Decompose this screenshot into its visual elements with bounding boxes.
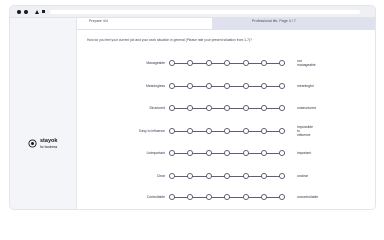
rating-option-1[interactable]	[169, 128, 175, 134]
scale-right-label-line: important	[297, 151, 312, 155]
nav-arrow-icon[interactable]	[35, 10, 39, 14]
rating-option-2[interactable]	[187, 128, 193, 134]
scale-right-label-line: unclear	[297, 174, 309, 178]
browser-titlebar	[10, 6, 375, 18]
address-bar[interactable]	[50, 10, 360, 14]
rating-option-7[interactable]	[279, 173, 285, 179]
window-control-dot[interactable]	[17, 10, 21, 14]
scale-left-label: Controllable	[146, 195, 165, 199]
rating-option-3[interactable]	[206, 150, 212, 156]
rating-option-4[interactable]	[224, 105, 230, 111]
rating-option-7[interactable]	[279, 150, 285, 156]
rating-option-1[interactable]	[169, 173, 175, 179]
rating-option-6[interactable]	[261, 83, 267, 89]
scale-right-label-line: meaningful	[297, 84, 314, 88]
rating-option-3[interactable]	[206, 105, 212, 111]
rating-option-2[interactable]	[187, 150, 193, 156]
rating-option-3[interactable]	[206, 128, 212, 134]
rating-option-4[interactable]	[224, 128, 230, 134]
rating-option-5[interactable]	[243, 194, 249, 200]
rating-option-2[interactable]	[187, 105, 193, 111]
rating-option-2[interactable]	[187, 83, 193, 89]
rating-option-6[interactable]	[261, 173, 267, 179]
rating-option-6[interactable]	[261, 150, 267, 156]
scale-right-label-line: manageable	[297, 63, 316, 68]
rating-option-6[interactable]	[261, 128, 267, 134]
rating-option-4[interactable]	[224, 60, 230, 66]
scale-right-label: uncontrollable	[297, 195, 318, 199]
tab-prepare-label: Prepare 4/4	[89, 19, 108, 23]
rating-option-3[interactable]	[206, 173, 212, 179]
brand-subtitle: for business	[40, 145, 58, 149]
tab-professional-life[interactable]: Professional life, Page 4 / 7	[212, 18, 375, 30]
survey-question: How do you feel your current job and you…	[87, 38, 252, 42]
rating-option-4[interactable]	[224, 173, 230, 179]
rating-option-3[interactable]	[206, 194, 212, 200]
rating-option-5[interactable]	[243, 83, 249, 89]
scale-right-label-line: influence	[297, 133, 311, 138]
rating-option-5[interactable]	[243, 128, 249, 134]
rating-option-3[interactable]	[206, 60, 212, 66]
rating-option-4[interactable]	[224, 194, 230, 200]
scale-right-label: unclear	[297, 174, 308, 178]
scale-left-label: Easy to influence	[139, 129, 165, 133]
sidebar: stayok for business	[10, 18, 77, 209]
rating-option-5[interactable]	[243, 105, 249, 111]
rating-option-6[interactable]	[261, 194, 267, 200]
rating-option-7[interactable]	[279, 83, 285, 89]
rating-option-1[interactable]	[169, 105, 175, 111]
rating-option-3[interactable]	[206, 83, 212, 89]
survey-panel: Prepare 4/4 Professional life, Page 4 / …	[77, 18, 375, 209]
scale-left-label: Meaningless	[145, 84, 165, 88]
stayok-logo-icon	[28, 139, 37, 148]
rating-option-2[interactable]	[187, 173, 193, 179]
rating-option-7[interactable]	[279, 60, 285, 66]
scale-left-label: Clear	[156, 174, 165, 178]
rating-option-7[interactable]	[279, 105, 285, 111]
scale-left-label: Structured	[149, 106, 165, 110]
brand-name: stayok	[40, 138, 58, 144]
rating-option-1[interactable]	[169, 194, 175, 200]
rating-row: Clear unclear	[77, 170, 375, 182]
rating-row: Manageable not manageable	[77, 57, 375, 69]
rating-option-7[interactable]	[279, 194, 285, 200]
scale-right-label: meaningful	[297, 84, 314, 88]
rating-option-5[interactable]	[243, 60, 249, 66]
rating-option-1[interactable]	[169, 83, 175, 89]
browser-window: stayok for business Prepare 4/4 Professi…	[9, 5, 376, 210]
rating-option-4[interactable]	[224, 150, 230, 156]
rating-row: Unimportant important	[77, 147, 375, 159]
tab-professional-life-label: Professional life, Page 4 / 7	[252, 19, 296, 23]
window-control-dot[interactable]	[24, 10, 28, 14]
rating-row: Structured unstructured	[77, 102, 375, 114]
scale-right-label-line: uncontrollable	[297, 195, 319, 199]
stop-icon[interactable]	[42, 10, 45, 13]
rating-row: Meaningless meaningful	[77, 80, 375, 92]
scale-left-label: Unimportant	[146, 151, 165, 155]
section-tabs: Prepare 4/4 Professional life, Page 4 / …	[77, 18, 375, 30]
rating-option-1[interactable]	[169, 150, 175, 156]
tab-prepare[interactable]: Prepare 4/4	[77, 18, 212, 30]
rating-option-6[interactable]	[261, 60, 267, 66]
scale-right-label: unstructured	[297, 106, 316, 110]
rating-option-2[interactable]	[187, 194, 193, 200]
rating-option-2[interactable]	[187, 60, 193, 66]
scale-left-label: Manageable	[146, 61, 165, 65]
rating-option-1[interactable]	[169, 60, 175, 66]
scale-right-label: important	[297, 151, 311, 155]
rating-row: Controllable uncontrollable	[77, 191, 375, 203]
rating-option-7[interactable]	[279, 128, 285, 134]
scale-right-label: not manageable	[297, 59, 316, 67]
rating-option-6[interactable]	[261, 105, 267, 111]
scale-right-label: impossible to influence	[297, 125, 313, 138]
rating-row: Easy to influence impossible to influence	[77, 125, 375, 138]
rating-option-5[interactable]	[243, 150, 249, 156]
scale-right-label-line: unstructured	[297, 106, 316, 110]
rating-option-5[interactable]	[243, 173, 249, 179]
rating-option-4[interactable]	[224, 83, 230, 89]
